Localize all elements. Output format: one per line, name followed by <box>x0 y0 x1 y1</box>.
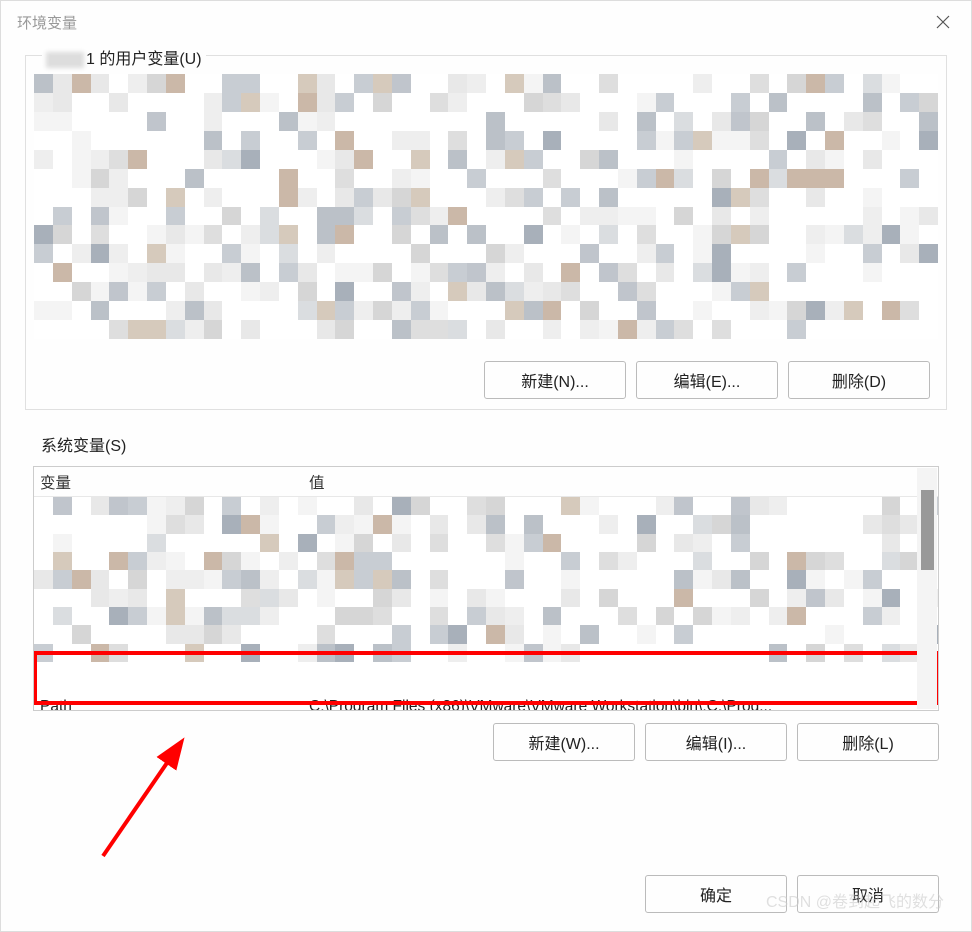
system-button-row: 新建(W)... 编辑(I)... 删除(L) <box>25 711 947 761</box>
user-new-button[interactable]: 新建(N)... <box>484 361 626 399</box>
column-header-value[interactable]: 值 <box>309 471 932 493</box>
system-new-button[interactable]: 新建(W)... <box>493 723 635 761</box>
path-row[interactable]: Path C:\Program Files (x86)\VMware\VMwar… <box>40 693 932 710</box>
user-delete-button[interactable]: 删除(D) <box>788 361 930 399</box>
system-list-headers: 变量 值 <box>34 467 938 497</box>
system-variables-section: 系统变量(S) 变量 值 Path C:\Program Files (x86)… <box>25 432 947 761</box>
dialog-title: 环境变量 <box>17 12 77 33</box>
system-edit-button[interactable]: 编辑(I)... <box>645 723 787 761</box>
path-var-value: C:\Program Files (x86)\VMware\VMware Wor… <box>309 698 932 710</box>
user-variables-list[interactable] <box>34 74 938 339</box>
env-variables-dialog: 环境变量 1 的用户变量(U) 新建(N)... 编辑(E)... 删除(D) … <box>0 0 972 932</box>
user-variables-section: 1 的用户变量(U) 新建(N)... 编辑(E)... 删除(D) <box>25 55 947 410</box>
user-button-row: 新建(N)... 编辑(E)... 删除(D) <box>34 349 938 399</box>
user-section-label: 1 的用户变量(U) <box>42 45 206 69</box>
system-section-label: 系统变量(S) <box>37 432 130 456</box>
watermark: CSDN @卷到起飞的数分 <box>766 888 944 912</box>
close-button[interactable] <box>925 4 961 40</box>
column-header-name[interactable]: 变量 <box>40 471 309 493</box>
scrollbar-track[interactable] <box>917 468 937 709</box>
content-area: 1 的用户变量(U) 新建(N)... 编辑(E)... 删除(D) 系统变量(… <box>1 43 971 845</box>
user-edit-button[interactable]: 编辑(E)... <box>636 361 778 399</box>
close-icon <box>936 15 950 29</box>
system-delete-button[interactable]: 删除(L) <box>797 723 939 761</box>
system-variables-list[interactable]: 变量 值 Path C:\Program Files (x86)\VMware\… <box>33 466 939 711</box>
scrollbar-thumb[interactable] <box>921 490 934 570</box>
path-var-name: Path <box>40 698 309 710</box>
system-list-body: Path C:\Program Files (x86)\VMware\VMwar… <box>34 497 938 710</box>
title-bar: 环境变量 <box>1 1 971 43</box>
